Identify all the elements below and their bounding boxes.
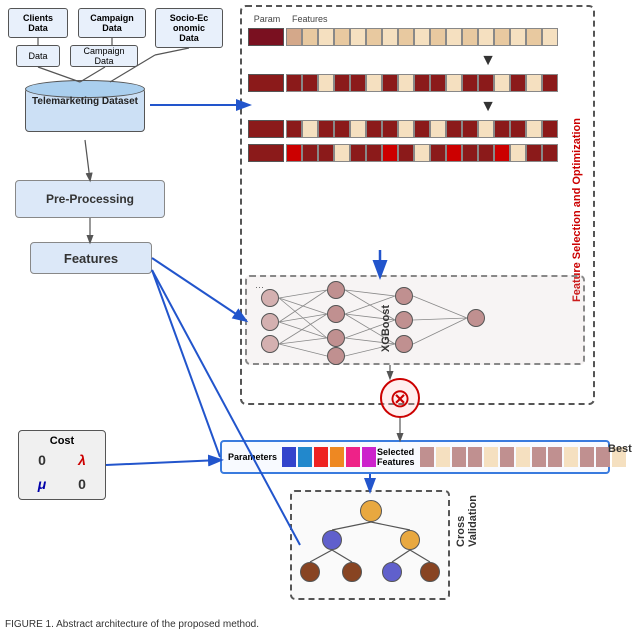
chrom-row-2 — [248, 74, 578, 92]
telemarketing-label: Telemarketing Dataset — [25, 96, 145, 107]
param-label: Param — [248, 14, 286, 24]
best-row: Parameters Selected Features — [220, 440, 610, 474]
cost-mu: μ — [23, 473, 61, 495]
cross-validation-box — [290, 490, 450, 600]
cv-label: Cross Validation — [455, 495, 479, 547]
cost-zero1: 0 — [23, 449, 61, 471]
cost-box: Cost 0 λ μ 0 — [18, 430, 106, 500]
cross-symbol: ⊗ — [380, 378, 420, 418]
cv-tree-connections — [292, 492, 448, 598]
diagram-container: Clients Data Campaign Data Socio-Ec onom… — [0, 0, 640, 634]
cost-zero2: 0 — [63, 473, 101, 495]
chrom-row-3 — [248, 120, 578, 138]
campaign-data-box: Campaign Data — [78, 8, 146, 38]
features-box: Features — [30, 242, 152, 274]
features-label-top: Features — [292, 14, 328, 24]
chrom-row-4 — [248, 144, 578, 162]
figure-caption: FIGURE 1. Abstract architecture of the p… — [5, 619, 259, 630]
best-label: Best — [608, 443, 632, 455]
socioec-data-box: Socio-Ec onomic Data — [155, 8, 223, 48]
xgboost-label: XGBoost — [380, 305, 392, 352]
clients-data-box: Clients Data — [8, 8, 68, 38]
chrom-row-1 — [248, 28, 578, 46]
pf-labels: Param Features — [248, 14, 328, 24]
data-sub-clients: Data — [16, 45, 60, 67]
xgboost-box: ··· — [245, 275, 585, 365]
chromosome-container: ▼ ▼ — [248, 28, 578, 168]
data-sub-campaign: Campaign Data — [70, 45, 138, 67]
cost-lambda: λ — [63, 449, 101, 471]
telemarketing-dataset: Telemarketing Dataset — [20, 80, 150, 140]
nn-connections — [247, 277, 583, 363]
preprocessing-box: Pre-Processing — [15, 180, 165, 218]
